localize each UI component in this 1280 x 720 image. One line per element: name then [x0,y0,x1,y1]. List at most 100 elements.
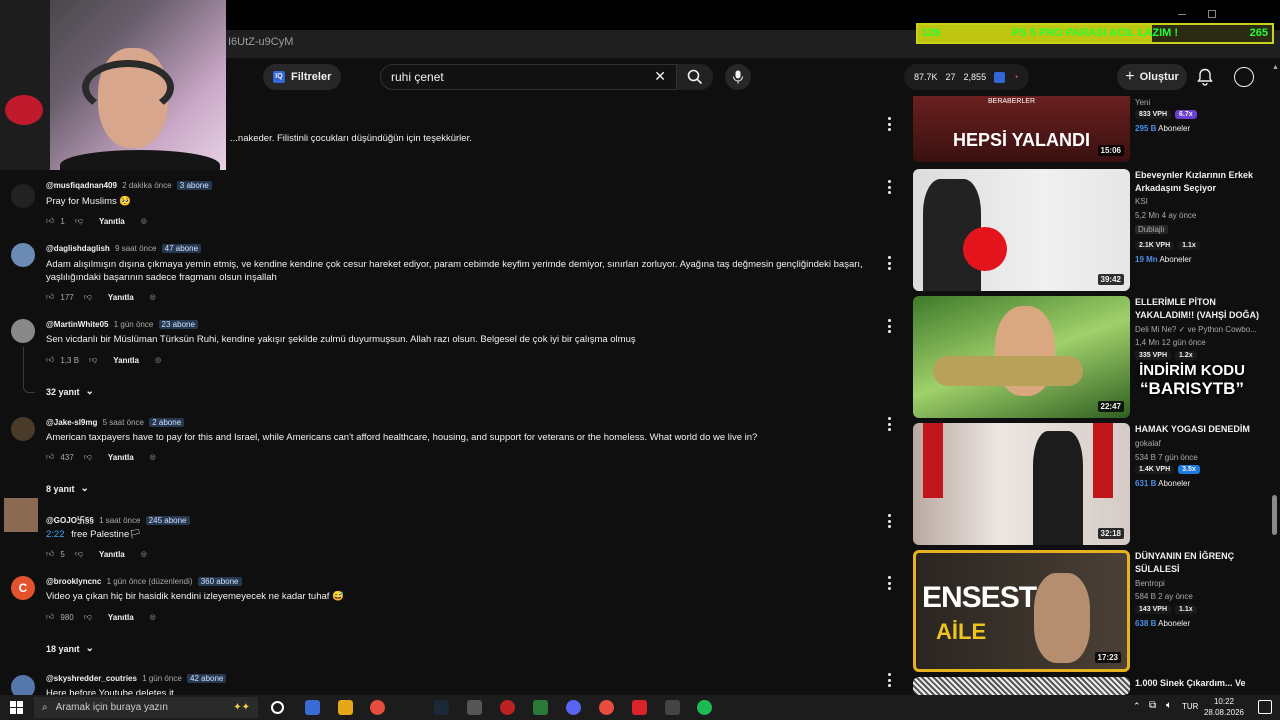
like-icon[interactable]: 👍︎ [46,355,54,365]
avatar[interactable] [11,184,35,208]
reply-button[interactable]: Yanıtla [108,613,134,622]
channel-name[interactable]: Yeni [1135,98,1150,107]
like-icon[interactable]: 👍︎ [46,612,54,622]
channel-name[interactable]: Bentropi [1135,579,1165,588]
channel-name[interactable]: KSI [1135,197,1148,206]
more-options-icon[interactable] [885,319,893,333]
minimize-icon[interactable] [1178,14,1186,15]
more-options-icon[interactable] [885,256,893,270]
clear-search-icon[interactable]: ✕ [654,69,666,83]
heart-icon[interactable]: ◎ [155,356,161,364]
bell-icon[interactable] [1197,68,1213,91]
discord-icon[interactable] [566,700,581,715]
extension-icon[interactable] [994,71,1006,83]
heart-icon[interactable]: ◎ [150,613,156,621]
video-thumbnail[interactable]: 22:47 [913,296,1130,418]
video-timestamp-link[interactable]: 2:22 [46,529,65,540]
related-video[interactable]: 39:42 Ebeveynler Kızlarının Erkek Arkada… [913,169,1273,291]
comment-author[interactable]: @GOJO卐§§ [46,516,94,525]
dislike-icon[interactable]: 👎︎ [84,612,92,622]
reply-button[interactable]: Yanıtla [113,356,139,365]
app-icon[interactable] [305,700,320,715]
video-title[interactable]: Ebeveynler Kızlarının Erkek Arkadaşını S… [1135,169,1265,195]
more-options-icon[interactable] [885,417,893,431]
channel-name[interactable]: gokalaf [1135,439,1161,448]
related-video[interactable]: 22:47 ELLERİMLE PİTON YAKALADIM!! (VAHŞİ… [913,296,1273,418]
comment-time[interactable]: 5 saat önce [103,418,144,427]
comment-time[interactable]: 2 dakika önce [122,181,171,190]
comment-time[interactable]: 9 saat önce [115,244,156,253]
tray-chevron-icon[interactable]: ⌃ [1133,701,1141,712]
heart-icon[interactable]: ◎ [141,217,147,225]
comment-author[interactable]: @daglishdaglish [46,244,110,253]
volume-icon[interactable]: 🔈︎ [1166,700,1172,711]
file-explorer-icon[interactable] [338,700,353,715]
taskbar-clock[interactable]: 10:22 28.08.2026 [1204,696,1244,718]
video-thumbnail[interactable]: 32:18 [913,423,1130,545]
dislike-icon[interactable]: 👎︎ [84,292,92,302]
avatar[interactable] [4,498,38,532]
url-text[interactable]: I6UtZ-u9CyM [228,36,293,48]
search-button[interactable] [677,64,713,90]
avatar[interactable] [11,417,35,441]
like-icon[interactable]: 👍︎ [46,292,54,302]
related-video[interactable]: 1.000 Sinek Çıkardım... Ve [913,677,1273,695]
view-replies-button[interactable]: 32 yanıt ⌄ [46,386,94,397]
windows-start-icon[interactable] [10,701,23,714]
dislike-icon[interactable]: 👎︎ [89,355,97,365]
related-video[interactable]: ENSEST AİLE 17:23 DÜNYANIN EN İĞRENÇ SÜL… [913,550,1273,672]
filters-button[interactable]: IQ Filtreler [263,64,342,90]
avatar[interactable] [11,243,35,267]
more-options-icon[interactable] [885,117,893,131]
app-icon[interactable] [467,700,482,715]
video-thumbnail[interactable]: 39:42 [913,169,1130,291]
comment-time[interactable]: 1 gün önce [142,674,182,683]
network-icon[interactable]: ⧉ [1149,700,1156,711]
dislike-icon[interactable]: 👎︎ [75,216,83,226]
maximize-icon[interactable] [1208,10,1216,18]
notification-center-icon[interactable] [1258,700,1272,714]
avatar[interactable] [1234,67,1254,87]
spotify-icon[interactable] [697,700,712,715]
video-title[interactable]: DÜNYANIN EN İĞRENÇ SÜLALESİ [1135,550,1265,576]
video-title[interactable]: ELLERİMLE PİTON YAKALADIM!! (VAHŞİ DOĞA) [1135,296,1265,322]
steam-icon[interactable] [434,700,449,715]
dislike-icon[interactable]: 👎︎ [75,549,83,559]
reply-button[interactable]: Yanıtla [99,550,125,559]
dislike-icon[interactable]: 👎︎ [84,452,92,462]
app-icon[interactable] [665,700,680,715]
heart-icon[interactable]: ◎ [150,453,156,461]
language-indicator[interactable]: TUR [1182,702,1198,711]
comment-author[interactable]: @Jake-sl9mg [46,418,97,427]
scroll-up-icon[interactable]: ▲ [1272,64,1279,71]
related-video[interactable]: 32:18 HAMAK YOGASI DENEDİM gokalaf 534 B… [913,423,1273,545]
avatar[interactable]: C [11,576,35,600]
like-icon[interactable]: 👍︎ [46,452,54,462]
comment-author[interactable]: @brooklyncnc [46,577,101,586]
more-options-icon[interactable] [885,180,893,194]
chrome-icon[interactable] [370,700,385,715]
comment-time[interactable]: 1 saat önce [99,516,140,525]
more-options-icon[interactable] [885,576,893,590]
create-button[interactable]: + Oluştur [1117,64,1187,90]
related-video[interactable]: BERABERLER HEPSİ YALANDI 15:06 Yeni 833 … [913,96,1273,162]
notification-icon[interactable]: ◔ [1013,72,1018,82]
like-icon[interactable]: 👍︎ [46,549,54,559]
avatar[interactable] [11,319,35,343]
task-view-icon[interactable] [271,701,284,714]
view-replies-button[interactable]: 8 yanıt ⌄ [46,483,89,494]
voice-search-button[interactable] [725,64,751,90]
comment-author[interactable]: @musfiqadnan409 [46,181,117,190]
video-thumbnail[interactable] [913,677,1130,695]
more-options-icon[interactable] [885,673,893,687]
comment-author[interactable]: @skyshredder_coutries [46,674,137,683]
video-title[interactable]: HAMAK YOGASI DENEDİM [1135,423,1265,436]
video-thumbnail[interactable]: ENSEST AİLE 17:23 [913,550,1130,672]
app-icon[interactable] [632,700,647,715]
like-icon[interactable]: 👍︎ [46,216,54,226]
chrome-icon[interactable] [599,700,614,715]
scrollbar-thumb[interactable] [1272,495,1277,535]
app-icon[interactable] [533,700,548,715]
view-replies-button[interactable]: 18 yanıt ⌄ [46,643,94,654]
channel-name[interactable]: Deli Mi Ne? ✓ ve Python Cowbo... [1135,325,1257,334]
